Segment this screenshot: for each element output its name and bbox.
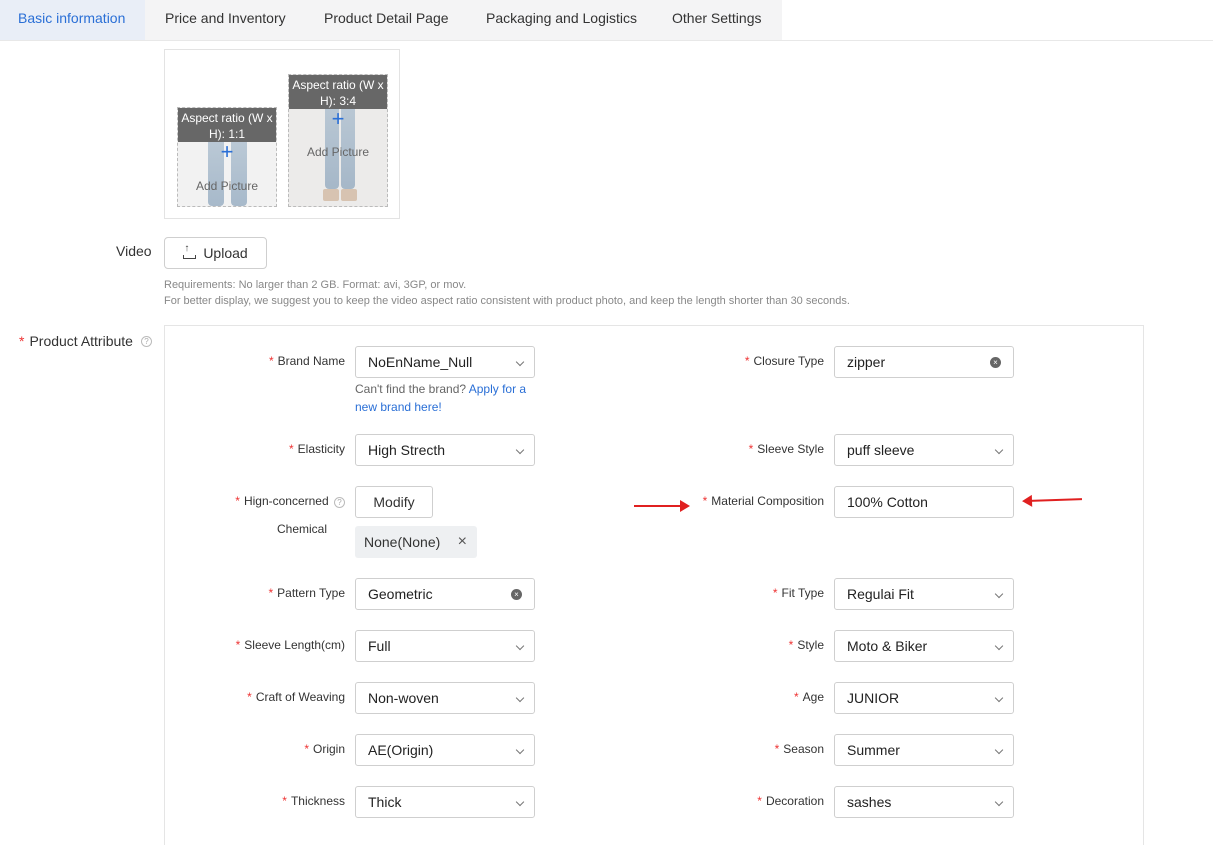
- add-picture-square[interactable]: Aspect ratio (W x H): 1:1 + Add Picture: [177, 107, 277, 207]
- annotation-arrow-right: [634, 500, 690, 512]
- pattern-type-input[interactable]: Geometric ×: [355, 578, 535, 610]
- upload-button-label: Upload: [203, 245, 248, 261]
- fit-type-label: * Fit Type: [772, 586, 824, 600]
- material-composition-input[interactable]: 100% Cotton: [834, 486, 1014, 518]
- close-icon[interactable]: ×: [458, 526, 467, 558]
- style-select[interactable]: Moto & Biker: [834, 630, 1014, 662]
- brand-hint: Can't find the brand? Apply for a new br…: [355, 382, 527, 414]
- modify-chemical-button[interactable]: Modify: [355, 486, 433, 518]
- chemical-label: * Hign-concerned ?: [180, 494, 345, 508]
- tab-price-and-inventory[interactable]: Price and Inventory: [145, 0, 304, 40]
- decoration-label: * Decoration: [757, 794, 824, 808]
- chevron-down-icon: [994, 745, 1004, 755]
- chemical-chip: None(None) ×: [355, 526, 477, 558]
- picture-panel: Aspect ratio (W x H): 1:1 + Add Picture …: [164, 49, 400, 219]
- tab-strip: Basic information Price and Inventory Pr…: [0, 0, 782, 40]
- chevron-down-icon: [994, 589, 1004, 599]
- brand-name-select[interactable]: NoEnName_Null: [355, 346, 535, 378]
- help-icon[interactable]: ?: [140, 335, 152, 347]
- craft-of-weaving-select[interactable]: Non-woven: [355, 682, 535, 714]
- chevron-down-icon: [515, 641, 525, 651]
- craft-of-weaving-label: * Craft of Weaving: [247, 690, 345, 704]
- origin-select[interactable]: AE(Origin): [355, 734, 535, 766]
- age-select[interactable]: JUNIOR: [834, 682, 1014, 714]
- season-select[interactable]: Summer: [834, 734, 1014, 766]
- sleeve-length-label: * Sleeve Length(cm): [235, 638, 345, 652]
- product-thumbnail-heel: [341, 189, 357, 201]
- product-thumbnail-heel: [323, 189, 339, 201]
- add-picture-portrait[interactable]: Aspect ratio (W x H): 3:4 + Add Picture: [288, 74, 388, 207]
- tab-other-settings[interactable]: Other Settings: [652, 0, 782, 40]
- aspect-ratio-label: Aspect ratio (W x H): 1:1: [178, 108, 276, 142]
- product-attribute-label: * Product Attribute ?: [19, 333, 152, 349]
- elasticity-label: * Elasticity: [288, 442, 345, 456]
- tab-packaging-and-logistics[interactable]: Packaging and Logistics: [466, 0, 652, 40]
- decoration-select[interactable]: sashes: [834, 786, 1014, 818]
- video-label: Video: [116, 243, 152, 259]
- plus-icon: +: [331, 106, 345, 131]
- style-label: * Style: [788, 638, 824, 652]
- brand-name-label: * Brand Name: [268, 354, 345, 368]
- chevron-down-icon: [994, 797, 1004, 807]
- elasticity-select[interactable]: High Strecth: [355, 434, 535, 466]
- sleeve-style-select[interactable]: puff sleeve: [834, 434, 1014, 466]
- add-picture-label: Add Picture: [195, 179, 259, 193]
- tab-bar: Basic information Price and Inventory Pr…: [0, 0, 1213, 41]
- aspect-ratio-label: Aspect ratio (W x H): 3:4: [289, 75, 387, 109]
- season-label: * Season: [774, 742, 824, 756]
- required-marker: *: [19, 333, 25, 349]
- thickness-select[interactable]: Thick: [355, 786, 535, 818]
- chevron-down-icon: [515, 357, 525, 367]
- chevron-down-icon: [515, 445, 525, 455]
- chevron-down-icon: [994, 641, 1004, 651]
- plus-icon: +: [220, 139, 234, 164]
- fit-type-select[interactable]: Regulai Fit: [834, 578, 1014, 610]
- origin-label: * Origin: [304, 742, 345, 756]
- sleeve-style-label: * Sleeve Style: [748, 442, 824, 456]
- chevron-down-icon: [515, 797, 525, 807]
- chevron-down-icon: [515, 693, 525, 703]
- upload-video-button[interactable]: Upload: [164, 237, 267, 269]
- thickness-label: * Thickness: [282, 794, 345, 808]
- tab-product-detail-page[interactable]: Product Detail Page: [304, 0, 466, 40]
- add-picture-label: Add Picture: [306, 145, 370, 159]
- video-requirements: Requirements: No larger than 2 GB. Forma…: [164, 279, 467, 291]
- closure-type-label: * Closure Type: [744, 354, 824, 368]
- tab-basic-information[interactable]: Basic information: [0, 0, 145, 40]
- clear-icon[interactable]: ×: [990, 357, 1001, 368]
- upload-icon: [183, 243, 197, 259]
- age-label: * Age: [793, 690, 824, 704]
- video-suggestion: For better display, we suggest you to ke…: [164, 295, 850, 307]
- closure-type-input[interactable]: zipper ×: [834, 346, 1014, 378]
- chevron-down-icon: [994, 693, 1004, 703]
- help-icon[interactable]: ?: [334, 497, 345, 508]
- chevron-down-icon: [515, 745, 525, 755]
- clear-icon[interactable]: ×: [511, 589, 522, 600]
- sleeve-length-select[interactable]: Full: [355, 630, 535, 662]
- chevron-down-icon: [994, 445, 1004, 455]
- pattern-type-label: * Pattern Type: [268, 586, 346, 600]
- chemical-label-line2: Chemical: [276, 522, 327, 536]
